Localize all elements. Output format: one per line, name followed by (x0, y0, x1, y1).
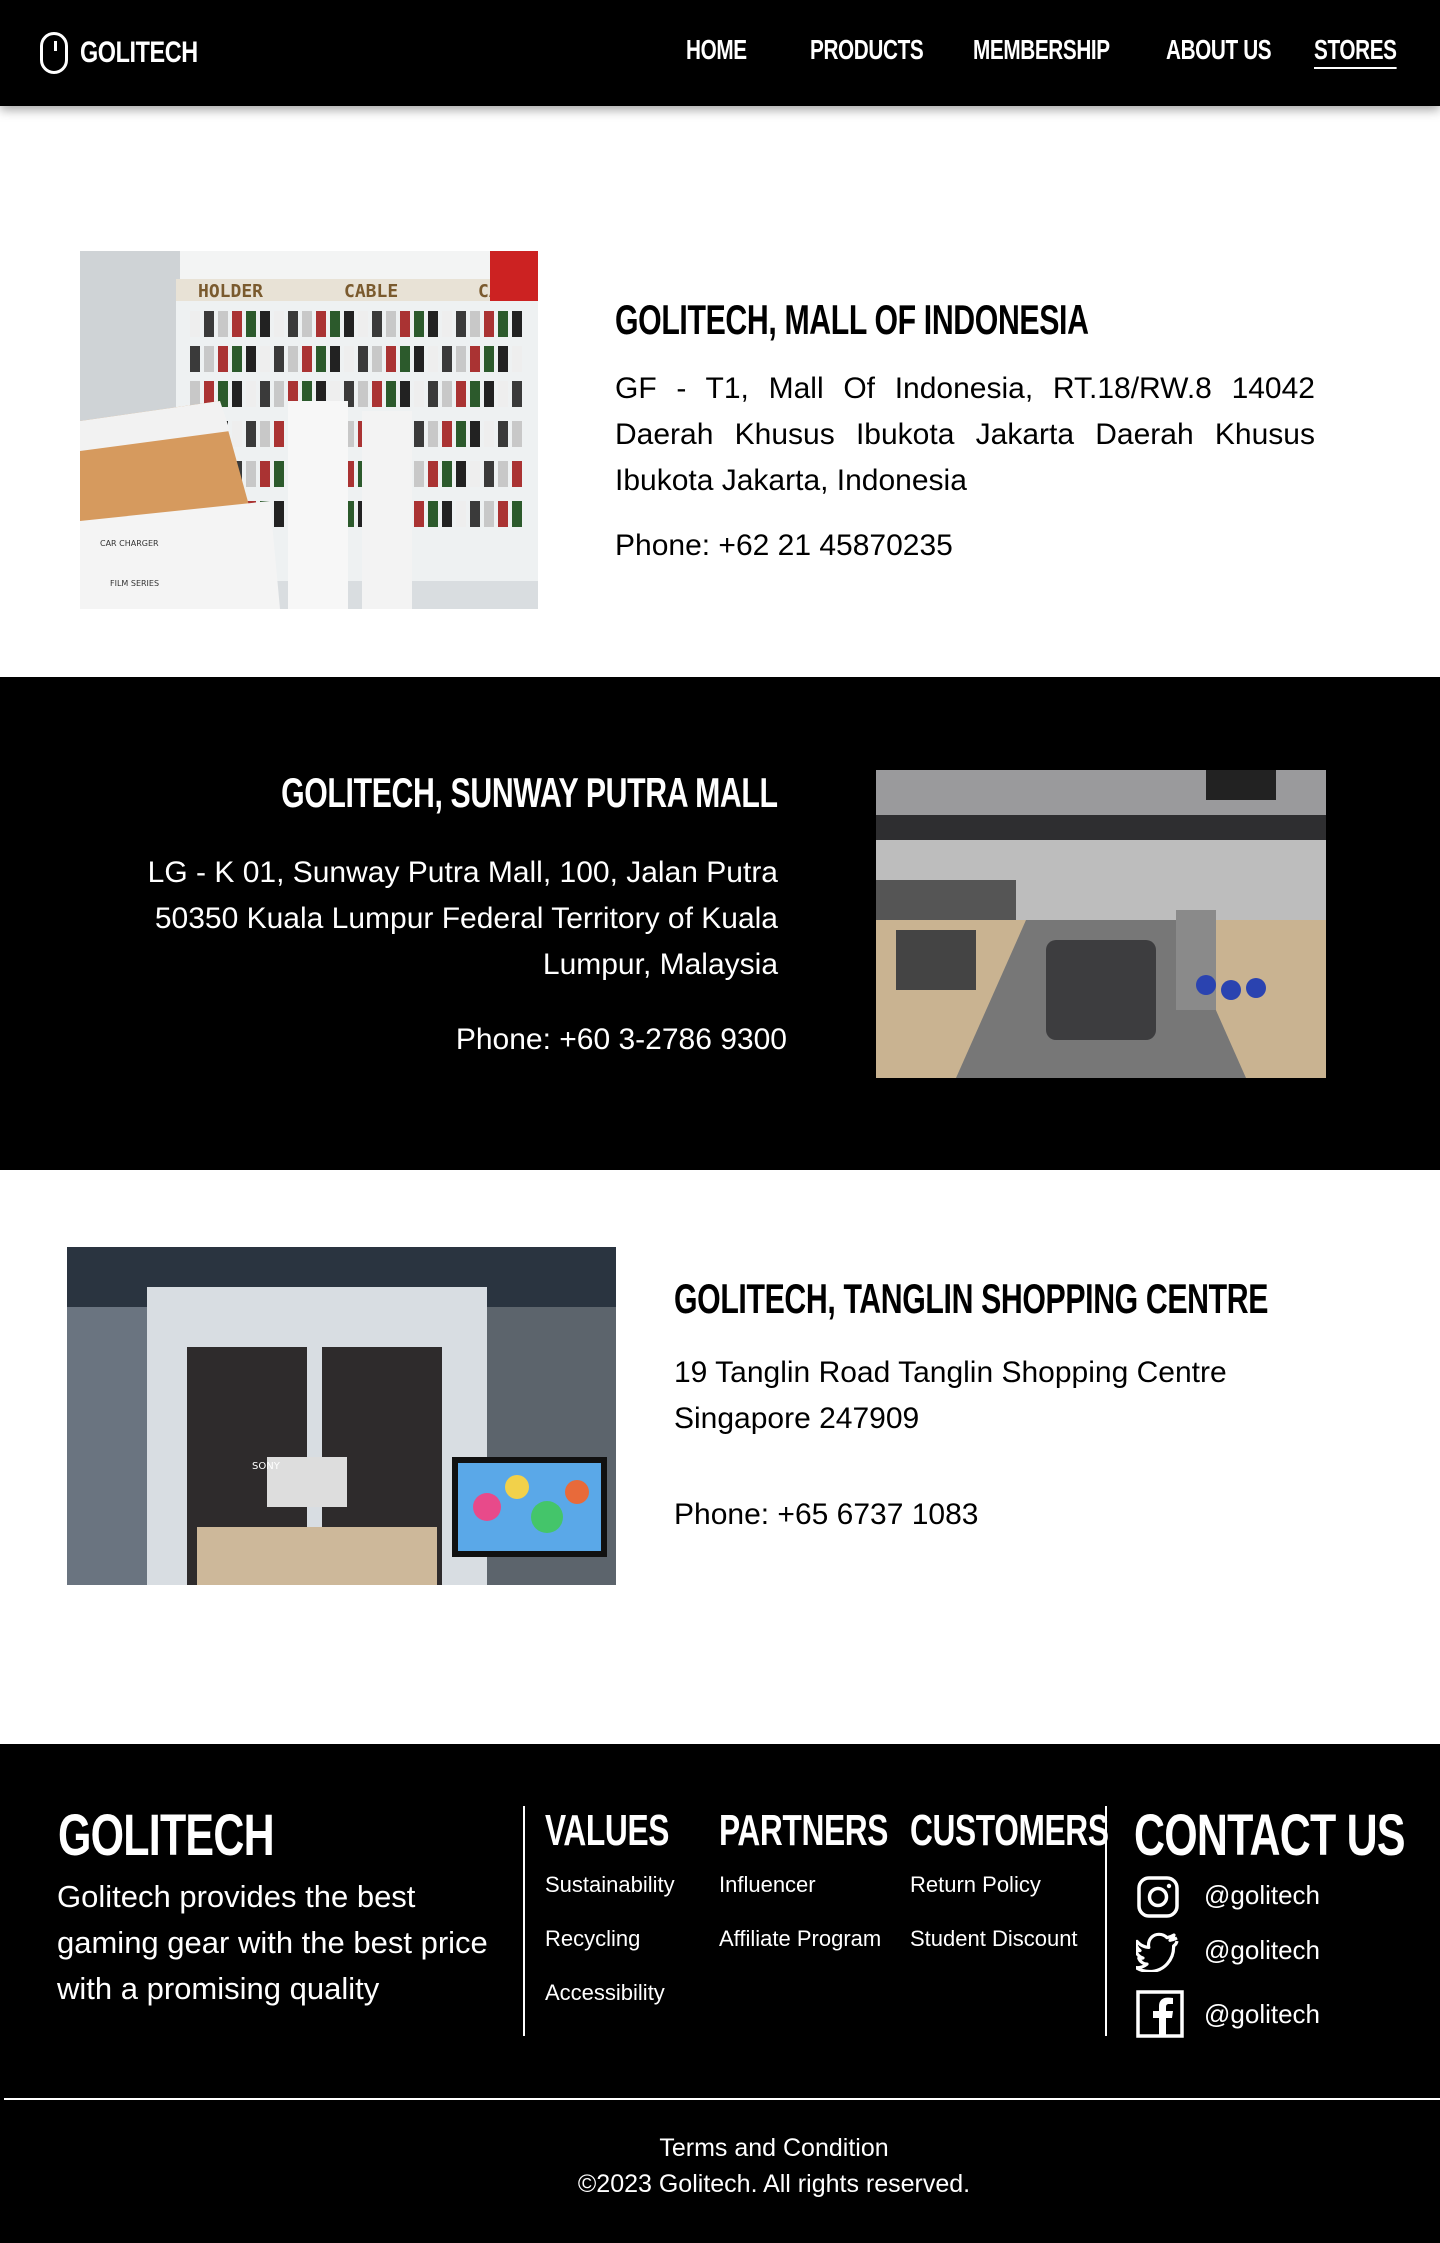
footer-link-student-discount[interactable]: Student Discount (910, 1926, 1078, 1952)
nav-membership[interactable]: MEMBERSHIP (973, 34, 1110, 74)
footer-heading-partners: PARTNERS (719, 1806, 889, 1855)
store-address: 19 Tanglin Road Tanglin Shopping Centre … (674, 1356, 1227, 1435)
sign-holder: HOLDER (198, 281, 263, 302)
store-address: GF - T1, Mall Of Indonesia, RT.18/RW.8 1… (615, 372, 1315, 497)
footer-link-accessibility[interactable]: Accessibility (545, 1980, 665, 2006)
brand-name: GOLITECH (80, 36, 198, 69)
label-film-series: FILM SERIES (110, 579, 159, 588)
store-section-malaysia: GOLITECH, SUNWAY PUTRA MALL LG - K 01, S… (0, 677, 1440, 1170)
footer-link-sustainability[interactable]: Sustainability (545, 1872, 675, 1898)
store-section-singapore: SONY GOLITECH, TANGLIN SHOPPING CENTRE 1… (0, 1170, 1440, 1744)
store-phone: Phone: +62 21 45870235 (615, 529, 953, 562)
label-sony: SONY (252, 1461, 281, 1472)
instagram-icon (1137, 1876, 1179, 1918)
store-title: GOLITECH, SUNWAY PUTRA MALL (281, 769, 778, 816)
nav-home[interactable]: HOME (686, 34, 747, 74)
store-address: LG - K 01, Sunway Putra Mall, 100, Jalan… (147, 856, 778, 981)
store-photo-indonesia: HOLDER CABLE CAB CAR CHARGER FILM SERIES (80, 251, 538, 609)
footer-link-recycling[interactable]: Recycling (545, 1926, 640, 1952)
footer-divider-left (523, 1806, 525, 2036)
terms-link[interactable]: Terms and Condition (0, 2134, 1440, 2163)
site-footer: GOLITECH Golitech provides the best gami… (0, 1744, 1440, 2243)
nav-products[interactable]: PRODUCTS (810, 34, 924, 74)
store-title: GOLITECH, MALL OF INDONESIA (615, 296, 1089, 343)
social-twitter[interactable]: @golitech (1136, 1930, 1320, 1974)
brand-logo-link[interactable]: GOLITECH (40, 30, 231, 76)
instagram-handle: @golitech (1204, 1880, 1321, 1910)
footer-description: Golitech provides the best gaming gear w… (57, 1879, 488, 2006)
mouse-icon (40, 32, 68, 74)
label-car-charger: CAR CHARGER (100, 539, 159, 548)
footer-heading-contact: CONTACT US (1134, 1803, 1406, 1868)
nav-stores[interactable]: STORES (1314, 34, 1397, 74)
footer-heading-customers: CUSTOMERS (910, 1806, 1109, 1855)
twitter-handle: @golitech (1204, 1935, 1321, 1965)
store-phone: Phone: +65 6737 1083 (674, 1498, 979, 1531)
store-photo-malaysia (876, 770, 1326, 1078)
social-facebook[interactable]: @golitech (1136, 1990, 1320, 2038)
footer-link-return-policy[interactable]: Return Policy (910, 1872, 1041, 1898)
sign-cable: CABLE (344, 281, 398, 302)
footer-heading-values: VALUES (545, 1806, 669, 1855)
facebook-handle: @golitech (1204, 1999, 1321, 2029)
store-phone: Phone: +60 3-2786 9300 (455, 1023, 787, 1056)
nav-about-us[interactable]: ABOUT US (1166, 34, 1272, 74)
store-title: GOLITECH, TANGLIN SHOPPING CENTRE (674, 1275, 1269, 1322)
store-photo-singapore: SONY (67, 1247, 616, 1585)
footer-divider-horizontal (4, 2098, 1440, 2100)
social-instagram[interactable]: @golitech (1136, 1875, 1320, 1919)
footer-link-influencer[interactable]: Influencer (719, 1872, 816, 1898)
footer-divider-right (1105, 1806, 1107, 2036)
top-navbar: GOLITECH HOME PRODUCTS MEMBERSHIP ABOUT … (0, 0, 1440, 106)
store-section-indonesia: HOLDER CABLE CAB CAR CHARGER FILM SERIES… (0, 106, 1440, 677)
footer-brand: GOLITECH (58, 1803, 275, 1868)
footer-link-affiliate-program[interactable]: Affiliate Program (719, 1926, 881, 1952)
facebook-icon (1136, 1990, 1184, 2038)
twitter-icon (1136, 1932, 1179, 1972)
copyright-text: ©2023 Golitech. All rights reserved. (577, 2170, 971, 2198)
